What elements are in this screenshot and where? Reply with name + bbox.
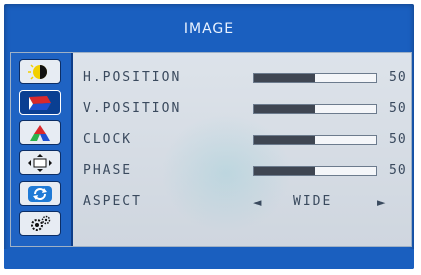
gear-icon <box>31 215 51 231</box>
slider-track[interactable] <box>253 104 377 114</box>
slider-fill <box>254 105 315 113</box>
slider-track[interactable] <box>253 166 377 176</box>
image-adjust-icon <box>29 95 51 110</box>
osd-menu: IMAGE H.POSITION 50 V.POSITION 50 CLOCK … <box>4 4 414 269</box>
setting-label: PHASE <box>83 163 133 178</box>
menu-footer <box>4 249 414 269</box>
menu-body: H.POSITION 50 V.POSITION 50 CLOCK 50 PHA… <box>10 52 412 247</box>
slider-fill <box>254 74 315 82</box>
monitor-screen: IMAGE H.POSITION 50 V.POSITION 50 CLOCK … <box>0 0 421 275</box>
arrow-right-icon[interactable]: ► <box>377 196 385 209</box>
setting-label: CLOCK <box>83 132 133 147</box>
arrow-left-icon[interactable]: ◄ <box>253 196 261 209</box>
setting-row-h-position[interactable]: H.POSITION 50 <box>71 67 411 91</box>
setting-value: 50 <box>389 70 407 85</box>
rail-item-reset[interactable] <box>19 181 61 206</box>
setting-value: 50 <box>389 101 407 116</box>
rail-item-osd[interactable] <box>19 150 61 175</box>
category-rail <box>11 53 73 246</box>
setting-row-phase[interactable]: PHASE 50 <box>71 160 411 184</box>
aspect-value: WIDE <box>293 194 333 209</box>
setting-label: ASPECT <box>83 194 142 209</box>
color-icon <box>30 124 50 141</box>
setting-value: 50 <box>389 132 407 147</box>
slider-track[interactable] <box>253 73 377 83</box>
slider-fill <box>254 136 315 144</box>
setting-row-clock[interactable]: CLOCK 50 <box>71 129 411 153</box>
rail-item-image[interactable] <box>19 90 61 115</box>
osd-position-icon <box>28 153 52 172</box>
setting-row-aspect[interactable]: ASPECT ◄ WIDE ► <box>71 191 411 215</box>
settings-list: H.POSITION 50 V.POSITION 50 CLOCK 50 PHA… <box>71 53 411 246</box>
setting-row-v-position[interactable]: V.POSITION 50 <box>71 98 411 122</box>
rail-item-setup[interactable] <box>19 211 61 236</box>
rail-item-brightness-contrast[interactable] <box>19 59 61 84</box>
menu-title: IMAGE <box>183 21 235 37</box>
reset-icon <box>28 185 52 202</box>
brightness-contrast-icon <box>28 63 47 80</box>
setting-label: H.POSITION <box>83 70 182 85</box>
rail-item-color[interactable] <box>19 120 61 145</box>
setting-value: 50 <box>389 163 407 178</box>
setting-label: V.POSITION <box>83 101 182 116</box>
slider-track[interactable] <box>253 135 377 145</box>
slider-fill <box>254 167 315 175</box>
